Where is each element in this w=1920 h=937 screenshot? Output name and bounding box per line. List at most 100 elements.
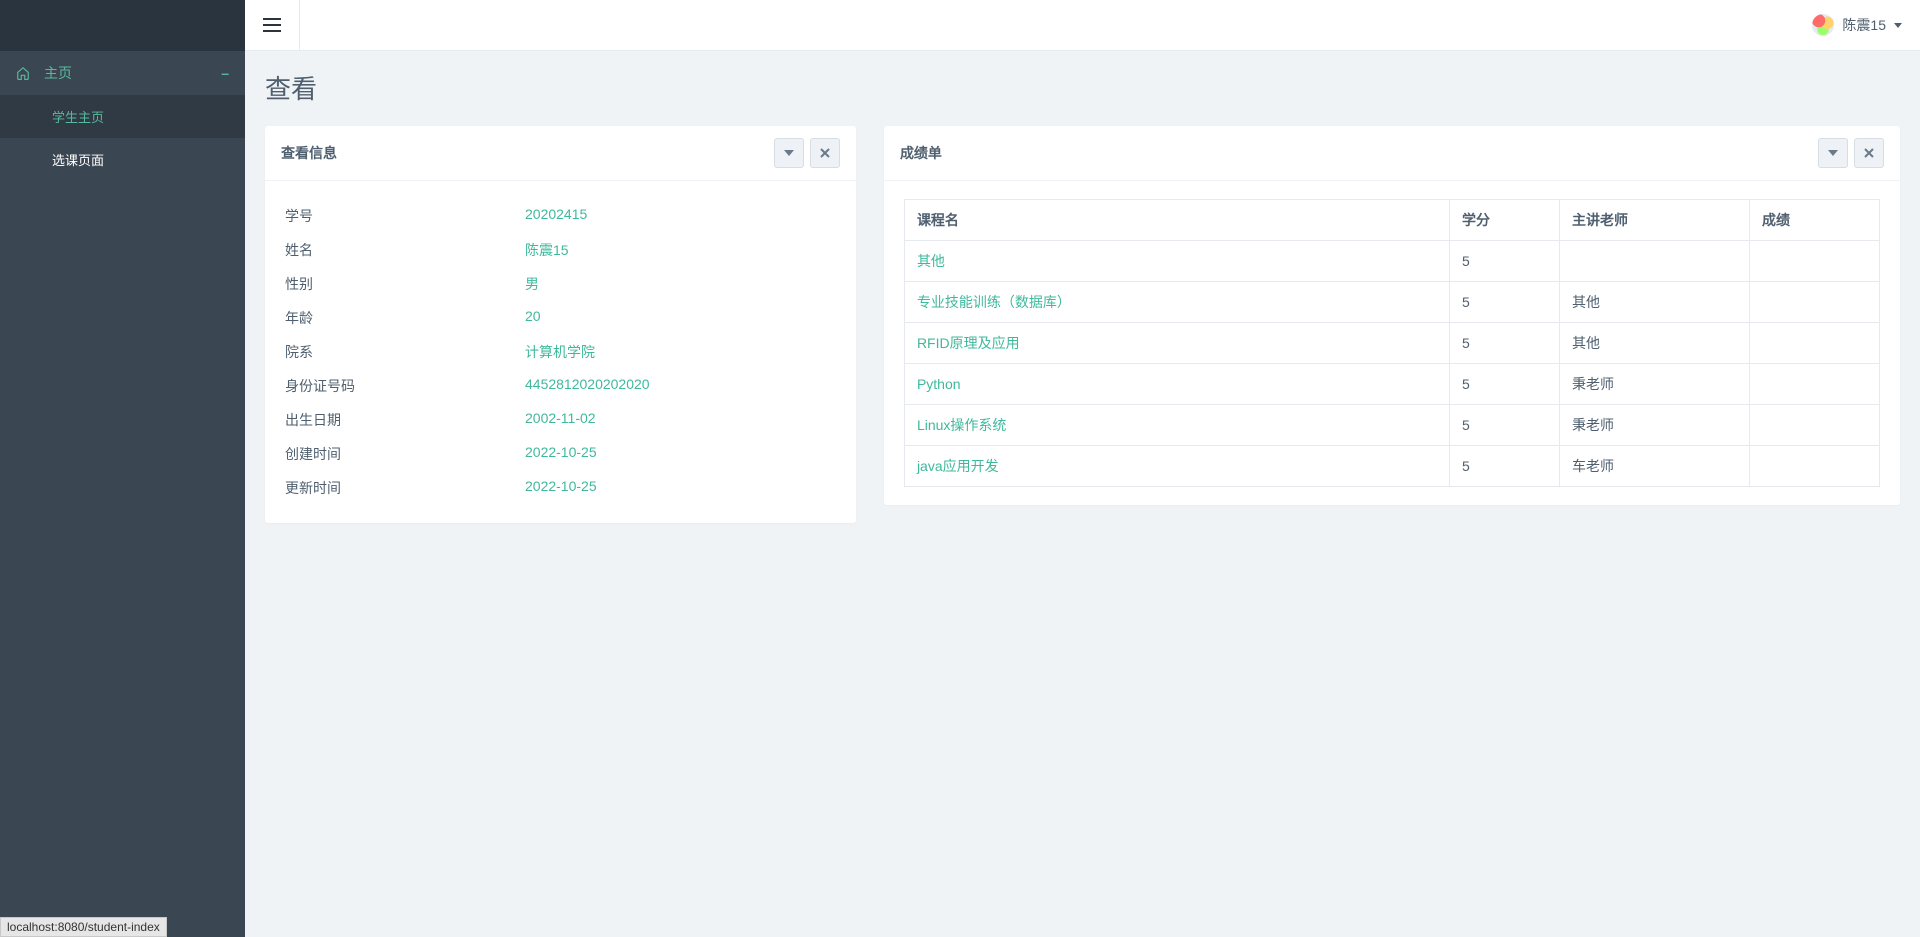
course-cell: RFID原理及应用 [904,323,1449,364]
course-link[interactable]: java应用开发 [917,458,999,474]
content: 查看 查看信息 学号20202415姓名陈震15性别男年 [245,51,1920,937]
grade-cell [1750,241,1880,282]
grades-header-cell: 学分 [1450,200,1560,241]
grades-table: 课程名学分主讲老师成绩 其他5专业技能训练（数据库）5其他RFID原理及应用5其… [904,199,1880,487]
course-link[interactable]: 专业技能训练（数据库） [917,294,1071,310]
credit-cell: 5 [1450,241,1560,282]
close-icon [820,148,830,158]
grade-cell [1750,405,1880,446]
grade-cell [1750,364,1880,405]
sidebar-item-student-home[interactable]: 学生主页 [0,95,245,138]
collapse-button[interactable] [1818,138,1848,168]
grades-header-cell: 成绩 [1750,200,1880,241]
sidebar-item-course-select[interactable]: 选课页面 [0,138,245,181]
credit-cell: 5 [1450,282,1560,323]
info-label: 姓名 [285,240,525,260]
credit-cell: 5 [1450,446,1560,487]
table-row: java应用开发 5车老师 [904,446,1879,487]
grades-table-body: 其他5专业技能训练（数据库）5其他RFID原理及应用5其他Python5秉老师L… [904,241,1879,487]
sidebar-header [0,0,245,51]
grades-card-body: 课程名学分主讲老师成绩 其他5专业技能训练（数据库）5其他RFID原理及应用5其… [884,181,1900,505]
info-value: 男 [525,274,539,294]
home-icon [16,66,30,80]
info-value: 2002-11-02 [525,410,596,430]
side-menu: 主页 – 学生主页 选课页面 [0,51,245,181]
info-label: 身份证号码 [285,376,525,396]
course-cell: java应用开发 [904,446,1449,487]
teacher-cell [1560,241,1750,282]
info-value: 20 [525,308,541,328]
card-row: 查看信息 学号20202415姓名陈震15性别男年龄20院系计算机学院身份证号码… [265,126,1900,523]
sidebar-home-label: 主页 [44,63,72,83]
teacher-cell: 其他 [1560,323,1750,364]
info-value: 计算机学院 [525,342,595,362]
table-row: 其他 5 [904,241,1879,282]
info-card: 查看信息 学号20202415姓名陈震15性别男年龄20院系计算机学院身份证号码… [265,126,856,523]
info-label: 更新时间 [285,478,525,498]
info-label: 性别 [285,274,525,294]
sub-menu: 学生主页 选课页面 [0,95,245,181]
info-label: 出生日期 [285,410,525,430]
sidebar-item-home[interactable]: 主页 – 学生主页 选课页面 [0,51,245,181]
user-menu[interactable]: 陈震15 [1812,14,1902,36]
grades-header-cell: 课程名 [904,200,1449,241]
page-title: 查看 [265,69,1900,106]
hamburger-button[interactable] [263,0,300,50]
info-card-header: 查看信息 [265,126,856,181]
chevron-down-icon [1828,150,1838,156]
teacher-cell: 车老师 [1560,446,1750,487]
course-cell: Linux操作系统 [904,405,1449,446]
grade-cell [1750,323,1880,364]
close-button[interactable] [810,138,840,168]
info-row: 出生日期2002-11-02 [285,403,836,437]
credit-cell: 5 [1450,405,1560,446]
grade-cell [1750,446,1880,487]
course-link[interactable]: Python [917,376,961,392]
info-label: 院系 [285,342,525,362]
sidebar: 主页 – 学生主页 选课页面 [0,0,245,937]
info-label: 年龄 [285,308,525,328]
table-row: Python5秉老师 [904,364,1879,405]
hamburger-icon [263,18,281,32]
username-label: 陈震15 [1842,15,1886,35]
grades-card-header: 成绩单 [884,126,1900,181]
table-row: 专业技能训练（数据库）5其他 [904,282,1879,323]
grades-header-cell: 主讲老师 [1560,200,1750,241]
course-link[interactable]: Linux操作系统 [917,417,1006,433]
info-row: 学号20202415 [285,199,836,233]
status-bar: localhost:8080/student-index [0,917,167,937]
grades-card: 成绩单 课程名学分主讲老师成绩 其他5专业技能训练（数据库）5其他RFID原理及… [884,126,1900,505]
main: 陈震15 查看 查看信息 [245,0,1920,937]
info-row: 身份证号码4452812020202020 [285,369,836,403]
course-cell: Python [904,364,1449,405]
chevron-down-icon [784,150,794,156]
info-label: 学号 [285,206,525,226]
course-cell: 其他 [904,241,1449,282]
sidebar-item-label: 学生主页 [52,107,104,126]
info-value: 2022-10-25 [525,478,597,498]
course-link[interactable]: RFID原理及应用 [917,335,1020,351]
collapse-button[interactable] [774,138,804,168]
grades-card-tools [1818,138,1884,168]
avatar [1812,14,1834,36]
info-card-title: 查看信息 [281,143,337,163]
table-row: Linux操作系统 5秉老师 [904,405,1879,446]
info-value: 20202415 [525,206,587,226]
topbar: 陈震15 [245,0,1920,51]
info-row: 创建时间2022-10-25 [285,437,836,471]
grade-cell [1750,282,1880,323]
info-row: 更新时间2022-10-25 [285,471,836,505]
close-button[interactable] [1854,138,1884,168]
grades-table-header-row: 课程名学分主讲老师成绩 [904,200,1879,241]
sidebar-item-label: 选课页面 [52,150,104,169]
teacher-cell: 秉老师 [1560,405,1750,446]
info-card-tools [774,138,840,168]
course-link[interactable]: 其他 [917,253,945,269]
info-label: 创建时间 [285,444,525,464]
info-card-body: 学号20202415姓名陈震15性别男年龄20院系计算机学院身份证号码44528… [265,181,856,523]
info-value: 4452812020202020 [525,376,650,396]
info-value: 2022-10-25 [525,444,597,464]
caret-down-icon [1894,23,1902,28]
course-cell: 专业技能训练（数据库） [904,282,1449,323]
table-row: RFID原理及应用5其他 [904,323,1879,364]
